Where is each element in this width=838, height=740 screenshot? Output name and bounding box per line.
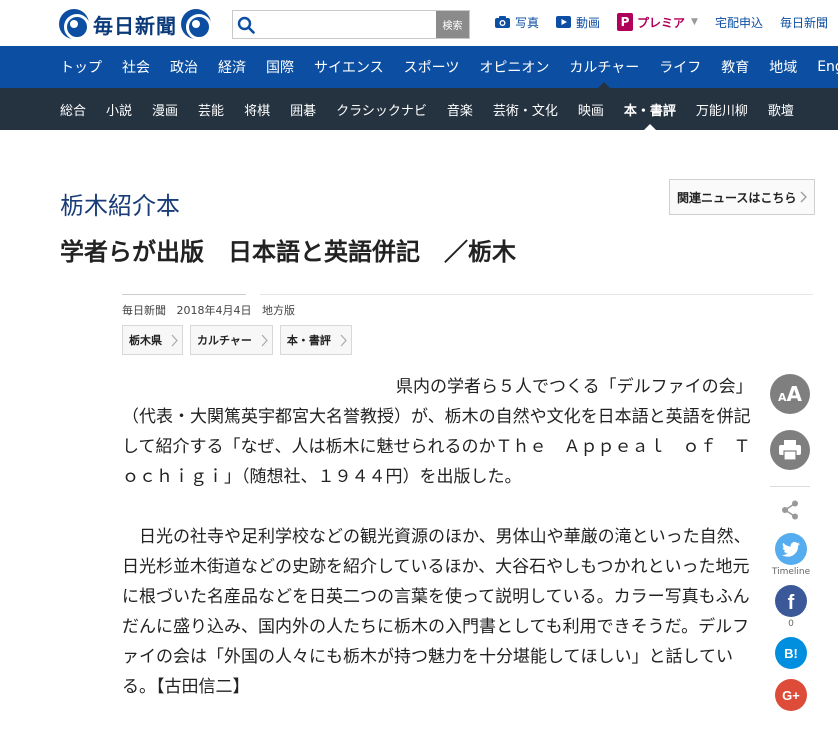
twitter-share-button[interactable] [775, 533, 807, 565]
tag-label: 栃木県 [129, 334, 162, 347]
nav-item[interactable]: 本・書評 [624, 88, 676, 130]
share-nodes-icon [782, 500, 798, 520]
chevron-right-icon [171, 334, 178, 347]
meta-divider [122, 294, 246, 295]
tag-books[interactable]: 本・書評 [279, 325, 352, 355]
site-logo[interactable]: 毎日新聞 [59, 9, 212, 40]
print-button[interactable] [770, 430, 810, 470]
delivery-link-label: 宅配申込 [714, 15, 763, 30]
logo-emblem-icon [181, 9, 212, 40]
nav-item[interactable]: スポーツ [404, 46, 460, 88]
share-divider [770, 486, 810, 487]
nav-item[interactable]: オピニオン [479, 46, 549, 88]
article-headline: 学者らが出版 日本語と英語併記 ／栃木 [60, 238, 516, 266]
article-edition: 地方版 [262, 304, 295, 317]
nav-item[interactable]: 歌壇 [768, 88, 794, 130]
site-header: 毎日新聞 検索 写真 動画 P プレミア ▼ 宅配申込 毎日新聞 [0, 0, 838, 46]
video-link-label: 動画 [576, 15, 601, 30]
nav-item[interactable]: 国際 [266, 46, 294, 88]
font-size-label: A [786, 382, 802, 406]
premier-badge-icon: P [617, 13, 634, 31]
nav-item[interactable]: トップ [60, 46, 102, 88]
facebook-share-button[interactable]: f [775, 585, 807, 617]
nav-item[interactable]: 教育 [721, 46, 749, 88]
nav-item[interactable]: ライフ [659, 46, 701, 88]
google-plus-icon: G+ [782, 687, 800, 703]
chevron-right-icon [340, 334, 347, 347]
tag-label: 本・書評 [286, 334, 331, 347]
nav-item[interactable]: 万能川柳 [696, 88, 748, 130]
delivery-link[interactable]: 宅配申込 [715, 14, 763, 31]
article-kicker: 栃木紹介本 [60, 192, 180, 220]
premier-link-label: プレミア [637, 15, 686, 30]
nav-item[interactable]: クラシックナビ [336, 88, 427, 130]
share-sidebar: A A Timeline f 0 B! G+ [770, 374, 812, 711]
nav-item[interactable]: 囲碁 [290, 88, 316, 130]
related-news-button[interactable]: 関連ニュースはこちら [669, 179, 815, 215]
nav-item[interactable]: 政治 [170, 46, 198, 88]
search-input[interactable] [259, 11, 437, 38]
share-icon[interactable] [770, 497, 810, 523]
article-body: 県内の学者ら５人でつくる「デルファイの会」（代表・大関篤英宇都宮大名誉教授）が、… [122, 372, 754, 732]
meta-divider-light [260, 294, 813, 295]
nav-item[interactable]: 小説 [106, 88, 132, 130]
print-icon [779, 440, 801, 460]
twitter-bird-icon [782, 541, 800, 557]
nav-item[interactable]: 経済 [218, 46, 246, 88]
facebook-f-icon: f [787, 591, 795, 614]
chevron-right-icon [800, 191, 807, 203]
logo-emblem-icon [59, 9, 90, 40]
play-icon [556, 16, 572, 28]
camera-icon [495, 16, 510, 28]
search-box: 検索 [232, 10, 470, 39]
nav-item[interactable]: 地域 [769, 46, 797, 88]
chevron-down-icon: ▼ [691, 17, 698, 27]
nav-item[interactable]: 総合 [60, 88, 86, 130]
header-links: 写真 動画 P プレミア ▼ 宅配申込 毎日新聞 [495, 13, 838, 31]
related-news-label: 関連ニュースはこちら [677, 190, 797, 205]
hatena-bookmark-button[interactable]: B! [775, 637, 807, 669]
tag-tochigi[interactable]: 栃木県 [122, 325, 183, 355]
search-icon [237, 16, 255, 34]
article-paragraph: 県内の学者ら５人でつくる「デルファイの会」（代表・大関篤英宇都宮大名誉教授）が、… [122, 377, 753, 487]
hatena-icon: B! [784, 645, 798, 661]
tag-culture[interactable]: カルチャー [190, 325, 273, 355]
photo-link[interactable]: 写真 [495, 14, 539, 31]
tag-label: カルチャー [197, 334, 252, 347]
nav-item[interactable]: 将棋 [244, 88, 270, 130]
paper-link-label: 毎日新聞 [779, 15, 828, 30]
article-paragraph: 日光の社寺や足利学校などの観光資源のほか、男体山や華厳の滝といった自然、日光杉並… [122, 527, 751, 697]
search-button[interactable]: 検索 [436, 11, 469, 38]
nav-item[interactable]: Eng [817, 46, 838, 88]
article-meta: 毎日新聞 2018年4月4日 地方版 [122, 302, 302, 318]
photo-link-label: 写真 [515, 15, 540, 30]
google-plus-share-button[interactable]: G+ [775, 679, 807, 711]
nav-item[interactable]: 映画 [578, 88, 604, 130]
font-size-button[interactable]: A A [770, 374, 810, 414]
article-tags: 栃木県 カルチャー 本・書評 [122, 325, 359, 355]
chevron-right-icon [261, 334, 268, 347]
nav-item[interactable]: 漫画 [152, 88, 178, 130]
nav-item[interactable]: 芸能 [198, 88, 224, 130]
article-date: 2018年4月4日 [176, 304, 252, 317]
secondary-nav: 総合 小説 漫画 芸能 将棋 囲碁 クラシックナビ 音楽 芸術・文化 映画 本・書評 万能川柳 歌壇 [0, 88, 838, 130]
logo-text: 毎日新聞 [93, 13, 177, 38]
premier-link[interactable]: P プレミア ▼ [617, 13, 698, 31]
article-source: 毎日新聞 [122, 304, 166, 317]
nav-item[interactable]: 芸術・文化 [493, 88, 558, 130]
nav-item[interactable]: サイエンス [314, 46, 384, 88]
facebook-count: 0 [788, 619, 794, 629]
nav-item[interactable]: 社会 [122, 46, 150, 88]
font-size-icon: A [778, 390, 787, 404]
nav-item[interactable]: カルチャー [569, 46, 639, 88]
nav-item[interactable]: 音楽 [447, 88, 473, 130]
twitter-label: Timeline [771, 567, 811, 577]
primary-nav: トップ社会政治経済国際サイエンススポーツオピニオンカルチャーライフ教育地域 Eng [0, 46, 838, 88]
paper-link[interactable]: 毎日新聞 [780, 14, 828, 31]
video-link[interactable]: 動画 [556, 14, 600, 31]
